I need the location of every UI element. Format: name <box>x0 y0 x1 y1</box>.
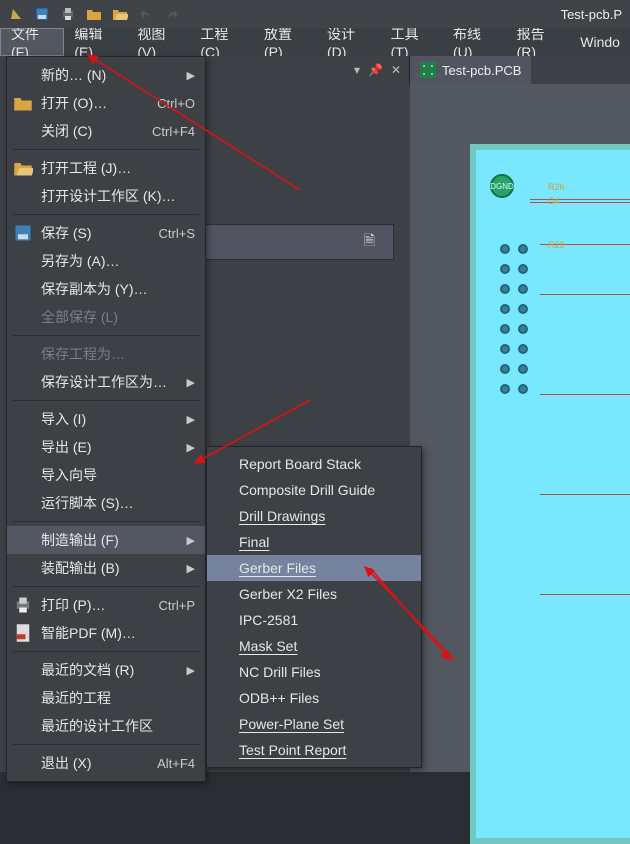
file-assembly-outputs[interactable]: 装配输出 (B)▶ <box>7 554 205 582</box>
pcb-editor[interactable]: DGND R26 D4 R29 <box>410 84 630 772</box>
menu-tools[interactable]: 工具 (T) <box>381 28 443 56</box>
menu-view[interactable]: 视图 (V) <box>127 28 190 56</box>
mfg-composite-drill-guide[interactable]: Composite Drill Guide <box>207 477 421 503</box>
print-icon <box>13 595 33 615</box>
file-save-workspace-as[interactable]: 保存设计工作区为…▶ <box>7 368 205 396</box>
menu-design[interactable]: 设计 (D) <box>317 28 381 56</box>
file-save[interactable]: 保存 (S)Ctrl+S <box>7 219 205 247</box>
titlebar: Test-pcb.P <box>0 0 630 28</box>
menubar: 文件 (F) 编辑 (E) 视图 (V) 工程 (C) 放置 (P) 设计 (D… <box>0 28 630 56</box>
file-smart-pdf[interactable]: 智能PDF (M)… <box>7 619 205 647</box>
mfg-report-board-stack[interactable]: Report Board Stack <box>207 451 421 477</box>
mfg-mask-set[interactable]: Mask Set <box>207 633 421 659</box>
file-save-as[interactable]: 另存为 (A)… <box>7 247 205 275</box>
menu-file[interactable]: 文件 (F) <box>0 28 64 56</box>
quick-toolbar <box>6 4 182 24</box>
save-icon[interactable] <box>32 4 52 24</box>
pcb-board[interactable]: DGND R26 D4 R29 <box>470 144 630 844</box>
file-print[interactable]: 打印 (P)…Ctrl+P <box>7 591 205 619</box>
save-icon <box>13 223 33 243</box>
mfg-test-point-report[interactable]: Test Point Report <box>207 737 421 763</box>
document-icon: 🗎 <box>364 230 375 254</box>
file-import-wizard[interactable]: 导入向导 <box>7 461 205 489</box>
folder-icon <box>13 158 33 178</box>
redo-icon[interactable] <box>162 4 182 24</box>
file-fabrication-outputs[interactable]: 制造输出 (F)▶ <box>7 526 205 554</box>
pcb-file-icon <box>420 62 436 78</box>
mfg-gerber-x2-files[interactable]: Gerber X2 Files <box>207 581 421 607</box>
mfg-drill-drawings[interactable]: Drill Drawings <box>207 503 421 529</box>
file-save-all: 全部保存 (L) <box>7 303 205 331</box>
window-title: Test-pcb.P <box>561 7 622 22</box>
open-project-icon[interactable] <box>110 4 130 24</box>
file-close[interactable]: 关闭 (C)Ctrl+F4 <box>7 117 205 145</box>
mfg-nc-drill-files[interactable]: NC Drill Files <box>207 659 421 685</box>
ref-d4: D4 <box>548 196 560 206</box>
panel-pin-icon[interactable]: 📌 <box>368 63 383 77</box>
dgnd-via: DGND <box>490 174 514 198</box>
file-open[interactable]: 打开 (O)…Ctrl+O <box>7 89 205 117</box>
file-save-project-as: 保存工程为… <box>7 340 205 368</box>
menu-edit[interactable]: 编辑 (E) <box>64 28 127 56</box>
undo-icon[interactable] <box>136 4 156 24</box>
mfg-odbpp-files[interactable]: ODB++ Files <box>207 685 421 711</box>
file-import[interactable]: 导入 (I)▶ <box>7 405 205 433</box>
mfg-gerber-files[interactable]: Gerber Files <box>207 555 421 581</box>
mfg-final[interactable]: Final <box>207 529 421 555</box>
file-open-project[interactable]: 打开工程 (J)… <box>7 154 205 182</box>
menu-project[interactable]: 工程 (C) <box>190 28 254 56</box>
ref-r29: R29 <box>548 240 565 250</box>
tab-test-pcb[interactable]: Test-pcb.PCB <box>410 56 531 84</box>
file-export[interactable]: 导出 (E)▶ <box>7 433 205 461</box>
file-run-script[interactable]: 运行脚本 (S)… <box>7 489 205 517</box>
fabrication-outputs-submenu: Report Board Stack Composite Drill Guide… <box>206 446 422 768</box>
ref-r26: R26 <box>548 182 565 192</box>
file-recent-workspaces[interactable]: 最近的设计工作区 <box>7 712 205 740</box>
tab-label: Test-pcb.PCB <box>442 63 521 78</box>
file-new[interactable]: 新的… (N)▶ <box>7 61 205 89</box>
menu-place[interactable]: 放置 (P) <box>254 28 317 56</box>
menu-window[interactable]: Windo <box>570 28 630 56</box>
print-icon[interactable] <box>58 4 78 24</box>
file-save-copy-as[interactable]: 保存副本为 (Y)… <box>7 275 205 303</box>
menu-route[interactable]: 布线 (U) <box>443 28 507 56</box>
file-open-workspace[interactable]: 打开设计工作区 (K)… <box>7 182 205 210</box>
file-menu-dropdown: 新的… (N)▶ 打开 (O)…Ctrl+O 关闭 (C)Ctrl+F4 打开工… <box>6 56 206 782</box>
panel-close-icon[interactable]: ✕ <box>391 63 401 77</box>
open-icon[interactable] <box>84 4 104 24</box>
pdf-icon <box>13 623 33 643</box>
file-recent-docs[interactable]: 最近的文档 (R)▶ <box>7 656 205 684</box>
file-recent-projects[interactable]: 最近的工程 <box>7 684 205 712</box>
file-exit[interactable]: 退出 (X)Alt+F4 <box>7 749 205 777</box>
open-icon <box>13 93 33 113</box>
panel-dropdown-icon[interactable]: ▾ <box>354 63 360 77</box>
mfg-ipc-2581[interactable]: IPC-2581 <box>207 607 421 633</box>
menu-reports[interactable]: 报告 (R) <box>507 28 571 56</box>
mfg-power-plane-set[interactable]: Power-Plane Set <box>207 711 421 737</box>
altium-logo-icon <box>6 4 26 24</box>
